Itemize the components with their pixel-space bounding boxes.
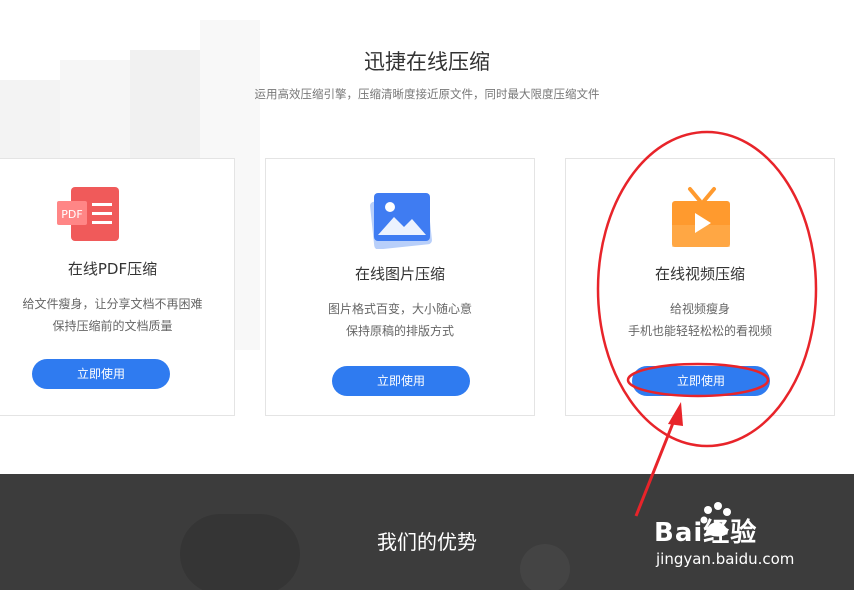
section-subtitle: 运用高效压缩引擎，压缩清晰度接近原文件，同时最大限度压缩文件 [254, 87, 600, 101]
watermark-brand: Bai经验 [654, 518, 758, 548]
image-card-title: 在线图片压缩 [354, 265, 445, 283]
pdf-use-now-button[interactable]: 立即使用 [32, 359, 170, 389]
video-compress-card: 在线视频压缩 给视频瘦身 手机也能轻轻松松的看视频 立即使用 [565, 158, 835, 416]
image-use-now-button[interactable]: 立即使用 [332, 366, 470, 396]
pdf-file-icon: PDF [57, 187, 119, 241]
image-card-desc-line: 图片格式百变，大小随心意 [327, 302, 472, 316]
video-use-now-button[interactable]: 立即使用 [632, 366, 770, 396]
video-card-desc-line: 手机也能轻轻松松的看视频 [627, 324, 772, 338]
video-card-description: 给视频瘦身 手机也能轻轻松松的看视频 [566, 298, 834, 342]
pdf-icon-label: PDF [61, 208, 82, 221]
image-compress-card: 在线图片压缩 图片格式百变，大小随心意 保持原稿的排版方式 立即使用 [265, 158, 535, 416]
tv-play-icon [672, 187, 730, 247]
pdf-card-desc-line: 保持压缩前的文档质量 [52, 319, 173, 333]
section-title: 迅捷在线压缩 [364, 50, 490, 74]
video-card-desc-line: 给视频瘦身 [669, 302, 730, 316]
image-card-description: 图片格式百变，大小随心意 保持原稿的排版方式 [266, 298, 534, 342]
watermark-domain: jingyan.baidu.com [656, 550, 795, 568]
pdf-card-description: 给文件瘦身，让分享文档不再困难 保持压缩前的文档质量 [0, 293, 234, 337]
pdf-card-desc-line: 给文件瘦身，让分享文档不再困难 [22, 297, 203, 311]
image-icon [370, 193, 432, 249]
pdf-card-title: 在线PDF压缩 [67, 260, 158, 278]
video-card-title: 在线视频压缩 [654, 265, 745, 283]
pdf-compress-card: PDF 在线PDF压缩 给文件瘦身，让分享文档不再困难 保持压缩前的文档质量 立… [0, 158, 235, 416]
image-card-desc-line: 保持原稿的排版方式 [345, 324, 454, 338]
baidu-jingyan-watermark: Bai经验 jingyan.baidu.com [652, 500, 852, 584]
